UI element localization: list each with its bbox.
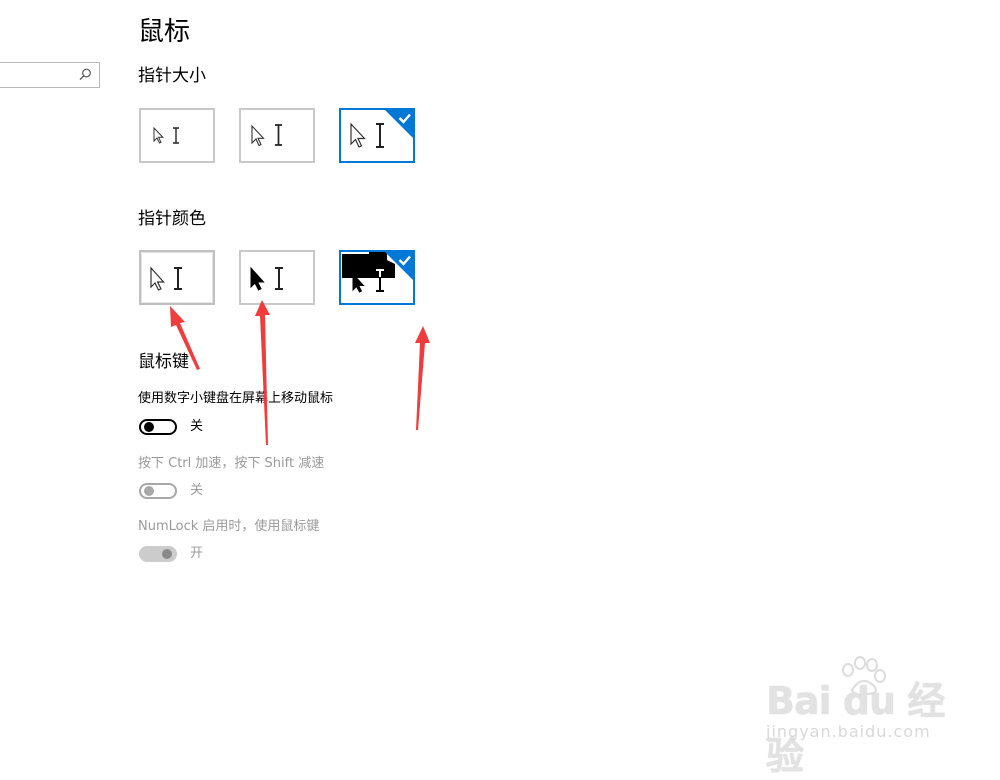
annotation-arrow	[415, 326, 430, 430]
annotation-arrow	[255, 300, 270, 445]
watermark: Bai du 经验 jingyan.baidu.com	[766, 656, 956, 778]
watermark-url: jingyan.baidu.com	[766, 722, 931, 741]
annotation-arrows	[170, 300, 430, 445]
annotation-arrow	[170, 306, 200, 370]
